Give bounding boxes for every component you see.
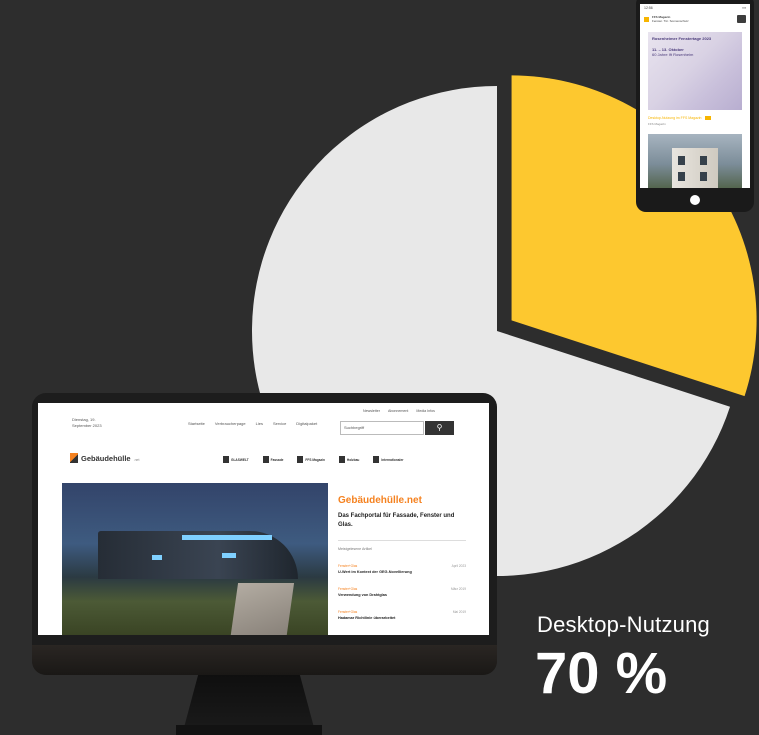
- tablet-promo-row: Desktop-Nutzung im FFS Magazin: [648, 116, 742, 120]
- top-link[interactable]: Media Infos: [416, 409, 435, 413]
- desktop-usage-value: 70 %: [535, 641, 668, 706]
- menu-icon[interactable]: [737, 15, 746, 23]
- site-brand[interactable]: Gebäudehülle .net: [70, 453, 139, 463]
- sidebar-label: Meistgelesene Artikel: [338, 547, 372, 551]
- partner-icon: [297, 456, 304, 463]
- sidebar-subtitle: Das Fachportal für Fassade, Fenster und …: [338, 513, 455, 528]
- top-link[interactable]: Abonnement: [388, 409, 408, 413]
- tablet-hero-sub: 60 Jahre Ift Rosenheim: [652, 52, 694, 57]
- gebaeudehuelle-logo-icon: [70, 453, 78, 463]
- nav-item[interactable]: Lies: [256, 421, 263, 426]
- ffs-logo-icon: [644, 16, 649, 22]
- article-item[interactable]: Fenster+Glas März 2019 Verwendung von Dra…: [338, 587, 466, 597]
- tablet-status-bar: 12:56 ▪▪▪: [640, 4, 750, 12]
- partner-logos: GLASWELT Fassade FFS Magazin Holzbau Int…: [223, 456, 403, 463]
- tablet-header: FFS Magazin Fenster. Tür. Sonnenschutz: [640, 12, 750, 26]
- ffs-badge-icon: [704, 116, 711, 120]
- partner-logo[interactable]: Holzbau: [338, 456, 359, 463]
- site-date: Dienstag, 19. September 2023: [72, 417, 102, 428]
- site-nav: Startseite Verbraucherpage Lies Service …: [188, 421, 317, 426]
- tablet-screen: 12:56 ▪▪▪ FFS Magazin Fenster. Tür. Sonn…: [640, 4, 750, 188]
- tablet-tagline: Fenster. Tür. Sonnenschutz: [652, 19, 689, 23]
- partner-icon: [338, 456, 345, 463]
- tablet-hero-title: Rosenheimer Fenstertage 2023: [652, 36, 712, 41]
- nav-item[interactable]: Service: [273, 421, 286, 426]
- partner-logo[interactable]: Internationaler: [373, 456, 403, 463]
- site-sidebar: Gebäudehülle.net Das Fachportal für Fass…: [338, 495, 466, 620]
- nav-item[interactable]: Verbraucherpage: [215, 421, 246, 426]
- nav-item[interactable]: Digitalpaket: [296, 421, 317, 426]
- monitor-chin: [32, 645, 497, 675]
- site-hero-image[interactable]: [62, 483, 328, 635]
- search-icon[interactable]: ⚲: [425, 421, 454, 435]
- site-search-input[interactable]: Suchbegriff: [340, 421, 424, 435]
- monitor-base: [176, 725, 322, 735]
- partner-logo[interactable]: GLASWELT: [223, 456, 249, 463]
- home-button[interactable]: [690, 195, 700, 205]
- article-item[interactable]: Fenster+Glas April 2023 U-Wert im Kontext…: [338, 564, 466, 574]
- top-link[interactable]: Newsletter: [363, 409, 380, 413]
- house-image: [672, 148, 718, 188]
- partner-logo[interactable]: Fassade: [262, 456, 283, 463]
- partner-icon: [223, 456, 229, 463]
- desktop-monitor: Dienstag, 19. September 2023 Startseite …: [32, 393, 497, 675]
- desktop-usage-label: Desktop-Nutzung: [537, 612, 710, 637]
- tablet-promo-sub: FFS Magazin: [648, 122, 666, 126]
- sidebar-title: Gebäudehülle.net: [338, 495, 422, 506]
- nav-item[interactable]: Startseite: [188, 421, 205, 426]
- partner-logo[interactable]: FFS Magazin: [297, 456, 325, 463]
- tablet-device: 12:56 ▪▪▪ FFS Magazin Fenster. Tür. Sonn…: [636, 0, 754, 212]
- partner-icon: [262, 456, 269, 463]
- article-item[interactable]: Fenster+Glas Mai 2019 Hadamar Richtlinie …: [338, 610, 466, 620]
- tablet-house-photo[interactable]: [648, 134, 742, 188]
- divider: [338, 540, 466, 541]
- tablet-time: 12:56: [644, 6, 653, 10]
- tablet-promo-label: Desktop-Nutzung im FFS Magazin: [648, 116, 702, 120]
- tablet-hero-banner[interactable]: Rosenheimer Fenstertage 2023 11. – 13. O…: [648, 32, 742, 110]
- monitor-screen: Dienstag, 19. September 2023 Startseite …: [38, 403, 489, 635]
- site-top-links: Newsletter Abonnement Media Infos: [363, 409, 435, 413]
- stone-sign-image: [229, 583, 295, 635]
- signal-icon: ▪▪▪: [742, 6, 746, 10]
- partner-icon: [373, 456, 380, 463]
